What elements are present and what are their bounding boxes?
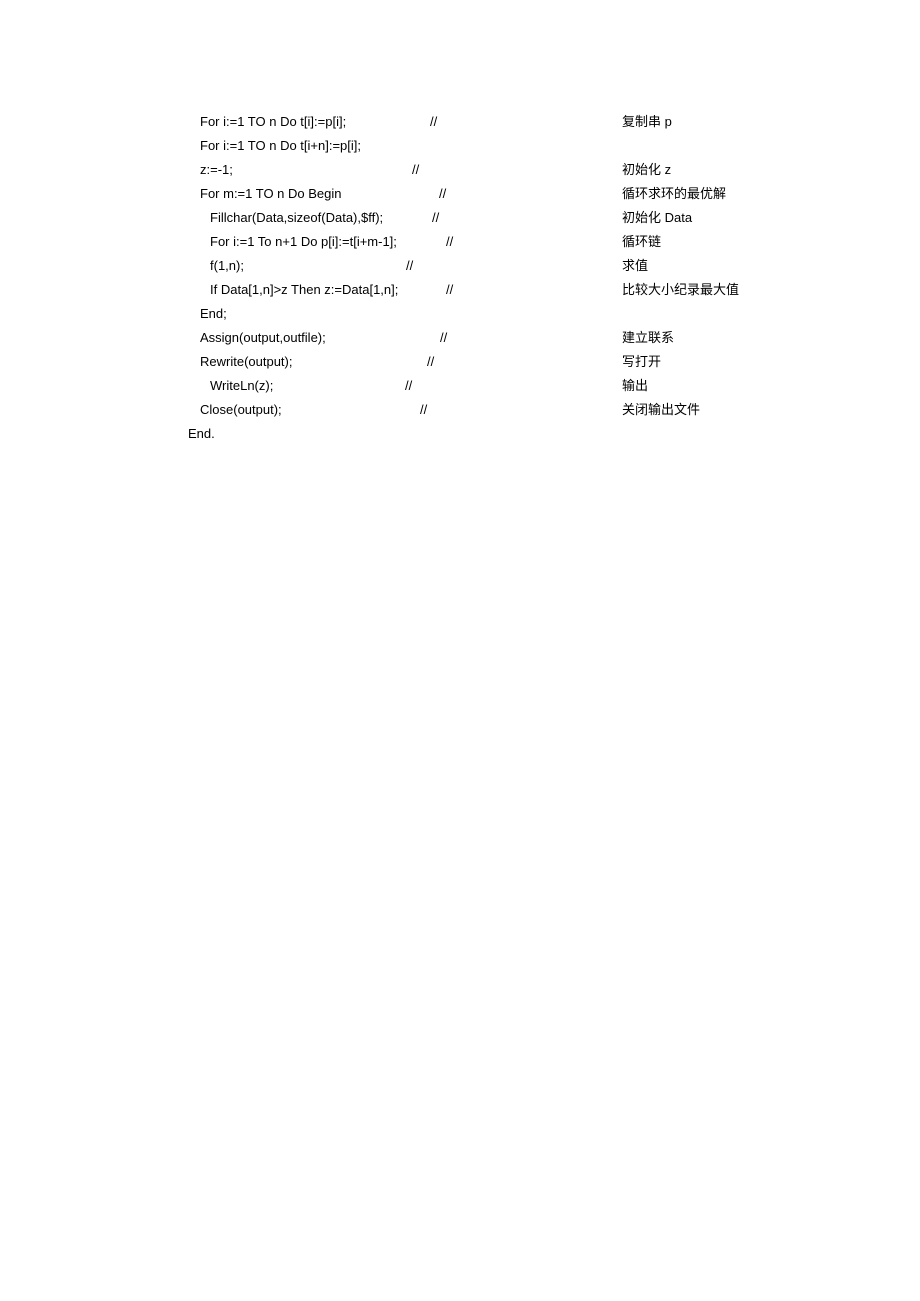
document-page: For i:=1 TO n Do t[i]:=p[i];//复制串 pFor i… bbox=[0, 0, 920, 1301]
comment-slash: // bbox=[405, 374, 412, 398]
comment-text: 循环链 bbox=[622, 230, 661, 254]
code-line: If Data[1,n]>z Then z:=Data[1,n]; // 比较大小纪… bbox=[0, 278, 920, 302]
comment-cjk: 循环求环的最优解 bbox=[622, 186, 726, 201]
comment-cjk: 初始化 bbox=[622, 210, 661, 225]
code-text: f(1,n); bbox=[0, 254, 244, 278]
code-text: Assign(output,outfile); bbox=[0, 326, 326, 350]
comment-cjk: 建立联系 bbox=[622, 330, 674, 345]
comment-slash: // bbox=[420, 398, 427, 422]
comment-text: 写打开 bbox=[622, 350, 661, 374]
comment-slash: // bbox=[432, 206, 439, 230]
code-line: f(1,n); // 求值 bbox=[0, 254, 920, 278]
comment-slash: // bbox=[406, 254, 413, 278]
code-line: End. bbox=[0, 422, 920, 446]
comment-text: 比较大小纪录最大值 bbox=[622, 278, 739, 302]
code-line: For i:=1 TO n Do t[i]:=p[i]; // 复制串 p bbox=[0, 110, 920, 134]
comment-latin: Data bbox=[665, 210, 692, 225]
code-line: z:=-1; // 初始化 z bbox=[0, 158, 920, 182]
code-line: For i:=1 To n+1 Do p[i]:=t[i+m-1]; // 循环链 bbox=[0, 230, 920, 254]
comment-slash: // bbox=[446, 278, 453, 302]
code-text: Fillchar(Data,sizeof(Data),$ff); bbox=[0, 206, 383, 230]
comment-cjk: 复制串 bbox=[622, 114, 661, 129]
code-line: Assign(output,outfile); // 建立联系 bbox=[0, 326, 920, 350]
code-text: For m:=1 TO n Do Begin bbox=[0, 182, 342, 206]
comment-text: 建立联系 bbox=[622, 326, 674, 350]
code-line: Fillchar(Data,sizeof(Data),$ff); // 初始化 Da… bbox=[0, 206, 920, 230]
comment-text: 初始化 Data bbox=[622, 206, 692, 230]
comment-text: 求值 bbox=[622, 254, 648, 278]
comment-latin: z bbox=[665, 162, 672, 177]
code-line: For m:=1 TO n Do Begin // 循环求环的最优解 bbox=[0, 182, 920, 206]
code-line: Close(output); // 关闭输出文件 bbox=[0, 398, 920, 422]
comment-cjk: 输出 bbox=[622, 378, 648, 393]
comment-slash: // bbox=[439, 182, 446, 206]
code-line: Rewrite(output); // 写打开 bbox=[0, 350, 920, 374]
comment-text: 循环求环的最优解 bbox=[622, 182, 726, 206]
code-text: Rewrite(output); bbox=[0, 350, 292, 374]
code-text: End. bbox=[0, 422, 215, 446]
comment-text: 关闭输出文件 bbox=[622, 398, 700, 422]
comment-slash: // bbox=[412, 158, 419, 182]
comment-cjk: 初始化 bbox=[622, 162, 661, 177]
comment-cjk: 循环链 bbox=[622, 234, 661, 249]
code-text: z:=-1; bbox=[0, 158, 233, 182]
comment-cjk: 求值 bbox=[622, 258, 648, 273]
comment-slash: // bbox=[427, 350, 434, 374]
code-line: WriteLn(z); // 输出 bbox=[0, 374, 920, 398]
comment-cjk: 关闭输出文件 bbox=[622, 402, 700, 417]
code-text: For i:=1 TO n Do t[i]:=p[i]; bbox=[0, 110, 346, 134]
code-text: WriteLn(z); bbox=[0, 374, 273, 398]
comment-latin: p bbox=[665, 114, 672, 129]
comment-cjk: 比较大小纪录最大值 bbox=[622, 282, 739, 297]
comment-text: 复制串 p bbox=[622, 110, 672, 134]
comment-text: 输出 bbox=[622, 374, 648, 398]
comment-cjk: 写打开 bbox=[622, 354, 661, 369]
comment-slash: // bbox=[440, 326, 447, 350]
code-text: Close(output); bbox=[0, 398, 282, 422]
comment-text: 初始化 z bbox=[622, 158, 671, 182]
code-text: If Data[1,n]>z Then z:=Data[1,n]; bbox=[0, 278, 398, 302]
code-line: End; bbox=[0, 302, 920, 326]
comment-slash: // bbox=[430, 110, 437, 134]
code-text: For i:=1 TO n Do t[i+n]:=p[i]; bbox=[0, 134, 361, 158]
code-text: End; bbox=[0, 302, 227, 326]
comment-slash: // bbox=[446, 230, 453, 254]
code-text: For i:=1 To n+1 Do p[i]:=t[i+m-1]; bbox=[0, 230, 397, 254]
code-line: For i:=1 TO n Do t[i+n]:=p[i]; bbox=[0, 134, 920, 158]
